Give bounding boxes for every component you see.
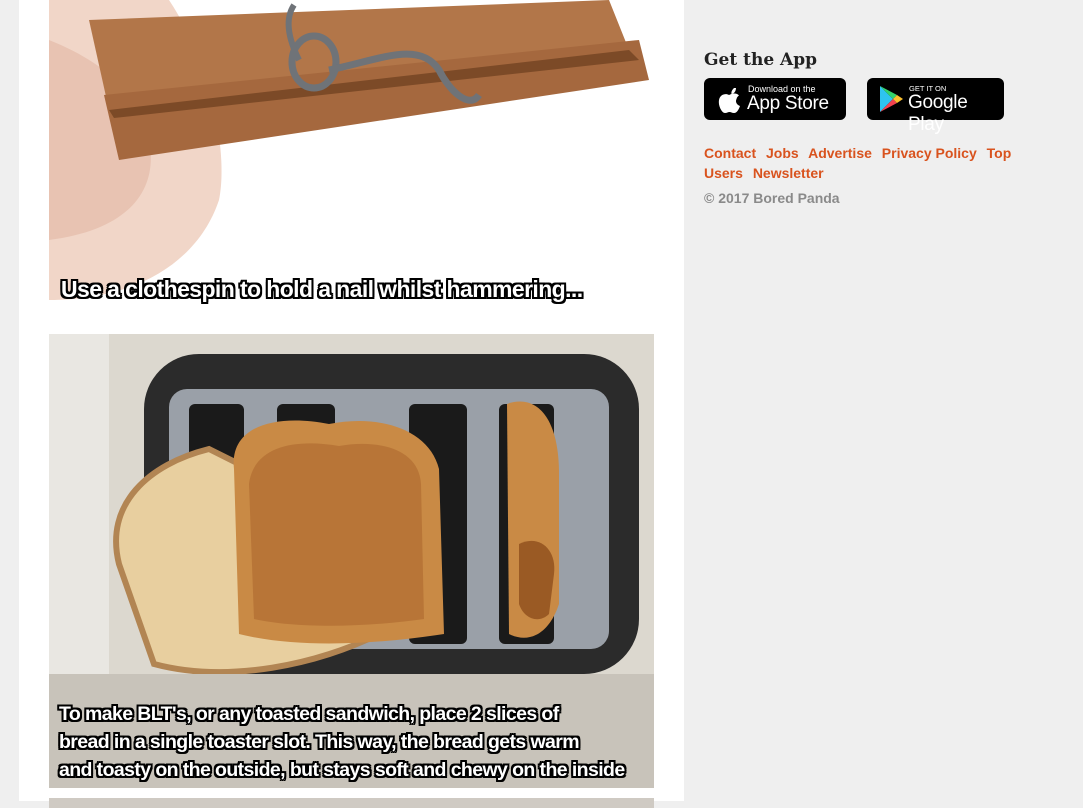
main-feed-column: Use a clothespin to hold a nail whilst h…	[19, 0, 684, 808]
google-play-button[interactable]: GET IT ON Google Play	[867, 78, 1004, 135]
app-store-button[interactable]: Download on the App Store	[704, 78, 846, 120]
toaster-post-image[interactable]: To make BLT's, or any toasted sandwich, …	[49, 334, 654, 788]
contact-link[interactable]: Contact	[704, 145, 756, 161]
clothespin-post-image[interactable]: Use a clothespin to hold a nail whilst h…	[49, 0, 654, 322]
caption-line: bread in a single toaster slot. This way…	[59, 731, 580, 753]
next-post-image-edge	[49, 798, 654, 808]
caption-line: To make BLT's, or any toasted sandwich, …	[59, 703, 559, 725]
google-play-big-text: Google Play	[908, 92, 968, 135]
post-caption: To make BLT's, or any toasted sandwich, …	[59, 700, 654, 784]
advertise-link[interactable]: Advertise	[808, 145, 872, 161]
newsletter-link[interactable]: Newsletter	[753, 165, 824, 181]
apple-icon	[718, 88, 740, 113]
footer-links: Contact Jobs Advertise Privacy Policy To…	[704, 143, 1024, 183]
clothespin-illustration	[49, 0, 654, 322]
jobs-link[interactable]: Jobs	[766, 145, 799, 161]
copyright-text: © 2017 Bored Panda	[704, 190, 840, 206]
app-store-big-text: App Store	[747, 93, 829, 114]
post-caption: Use a clothespin to hold a nail whilst h…	[61, 276, 583, 302]
get-app-heading: Get the App	[704, 50, 818, 70]
privacy-policy-link[interactable]: Privacy Policy	[882, 145, 977, 161]
google-play-icon	[880, 86, 903, 112]
caption-line: and toasty on the outside, but stays sof…	[59, 759, 625, 781]
